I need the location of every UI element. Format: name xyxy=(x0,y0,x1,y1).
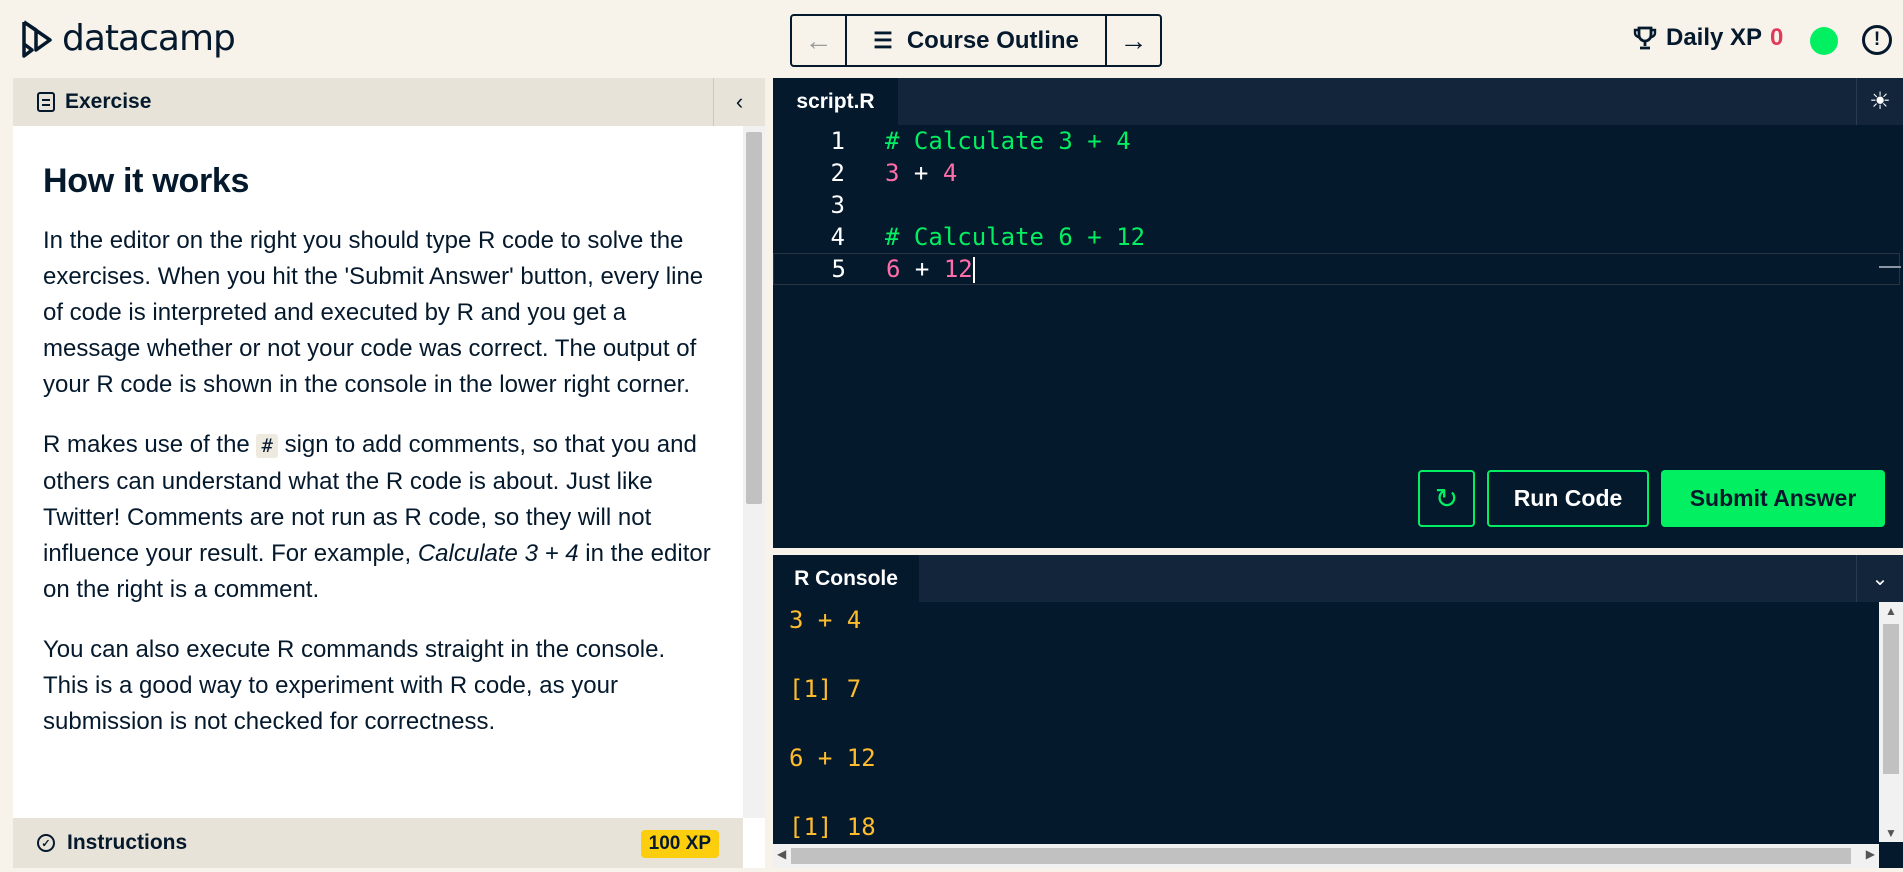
code-number: 6 xyxy=(886,255,901,283)
line-number: 4 xyxy=(830,223,845,251)
scroll-down-icon[interactable]: ▼ xyxy=(1885,826,1897,840)
code-operator: + xyxy=(900,255,944,283)
code-editor: script.R ☀ 1 # Calculate 3 + 4 2 3 + 4 3… xyxy=(773,78,1903,548)
course-outline-label: Course Outline xyxy=(906,26,1079,54)
reset-code-button[interactable]: ↻ xyxy=(1418,470,1475,527)
scroll-position-marker xyxy=(1879,266,1901,268)
scrollbar-thumb[interactable] xyxy=(746,132,762,504)
scroll-right-icon[interactable]: ▶ xyxy=(1866,847,1875,861)
console-line: 3 + 4 xyxy=(789,606,862,634)
scroll-left-icon[interactable]: ◀ xyxy=(777,847,786,861)
top-bar: datacamp ← ☰ Course Outline → Daily XP 0… xyxy=(0,0,1903,76)
xp-badge: 100 XP xyxy=(640,830,719,858)
line-number: 1 xyxy=(830,127,845,155)
console-vertical-scrollbar[interactable]: ▲ ▼ xyxy=(1879,602,1903,842)
code-line[interactable]: 3 xyxy=(773,189,1900,221)
code-operator: + xyxy=(899,159,943,187)
code-number: 12 xyxy=(943,255,973,283)
tab-r-console[interactable]: R Console xyxy=(773,555,919,602)
chevron-left-icon: ‹ xyxy=(735,89,744,114)
code-line[interactable]: 2 3 + 4 xyxy=(773,157,1900,189)
previous-exercise-button[interactable]: ← xyxy=(792,16,847,65)
code-number: 3 xyxy=(885,159,900,187)
code-comment: # Calculate 3 + 4 xyxy=(885,127,1131,155)
tab-script-r[interactable]: script.R xyxy=(773,78,898,125)
course-outline-button[interactable]: ☰ Course Outline xyxy=(847,16,1105,65)
console-line: 6 + 12 xyxy=(789,744,876,772)
console-horizontal-scrollbar[interactable]: ◀ ▶ xyxy=(773,844,1879,868)
code-expression: 3 + 4 xyxy=(885,159,957,187)
chevron-down-icon: ⌄ xyxy=(1871,568,1889,590)
line-number: 3 xyxy=(830,191,845,219)
paragraph-text: R makes use of the xyxy=(43,431,250,458)
exercise-panel-header: Exercise ‹ xyxy=(13,78,765,126)
scrollbar-thumb[interactable] xyxy=(791,848,1851,864)
arrow-left-icon: ← xyxy=(804,24,833,56)
console-line: [1] 7 xyxy=(789,675,862,703)
logo-text: datacamp xyxy=(62,18,236,59)
exercise-scrollbar[interactable] xyxy=(743,126,765,818)
next-exercise-button[interactable]: → xyxy=(1105,16,1160,65)
connection-status-indicator xyxy=(1810,27,1838,55)
theme-toggle-button[interactable]: ☀ xyxy=(1856,78,1903,125)
code-line-active[interactable]: 5 6 + 12 xyxy=(773,253,1900,285)
scroll-up-icon[interactable]: ▲ xyxy=(1885,604,1897,618)
exercise-panel-title: Exercise xyxy=(65,90,152,113)
collapse-panel-button[interactable]: ‹ xyxy=(713,78,765,126)
text-cursor xyxy=(972,257,975,283)
console-output[interactable]: 3 + 4 [1] 7 6 + 12 [1] 18 xyxy=(789,602,876,872)
course-navigation: ← ☰ Course Outline → xyxy=(790,14,1162,67)
console-collapse-button[interactable]: ⌄ xyxy=(1856,555,1903,602)
r-console: R Console ⌄ 3 + 4 [1] 7 6 + 12 [1] 18 ▲ … xyxy=(773,555,1903,868)
code-line[interactable]: 1 # Calculate 3 + 4 xyxy=(773,125,1900,157)
inline-code: # xyxy=(256,434,278,458)
document-icon xyxy=(37,92,55,112)
exercise-content: How it works In the editor on the right … xyxy=(13,126,743,818)
code-area[interactable]: 1 # Calculate 3 + 4 2 3 + 4 3 4 # Calcul… xyxy=(773,125,1903,525)
exercise-heading: How it works xyxy=(43,162,250,200)
editor-tab-bar: script.R ☀ xyxy=(773,78,1903,125)
exercise-paragraph-2: R makes use of the # sign to add comment… xyxy=(43,427,713,608)
code-number: 4 xyxy=(942,159,958,187)
line-number: 5 xyxy=(831,255,846,283)
instructions-header[interactable]: ✓ Instructions 100 XP xyxy=(13,818,743,868)
sun-icon: ☀ xyxy=(1869,88,1891,115)
code-comment: # Calculate 6 + 12 xyxy=(885,223,1146,251)
scrollbar-thumb[interactable] xyxy=(1883,624,1899,774)
emphasis-text: Calculate 3 + 4 xyxy=(417,540,579,567)
editor-actions: ↻ Run Code Submit Answer xyxy=(1418,470,1885,527)
daily-xp-label: Daily XP xyxy=(1666,24,1763,51)
instructions-label: Instructions xyxy=(67,831,188,854)
code-line[interactable]: 4 # Calculate 6 + 12 xyxy=(773,221,1900,253)
console-tab-bar: R Console ⌄ xyxy=(773,555,1903,602)
submit-answer-button[interactable]: Submit Answer xyxy=(1661,470,1885,527)
arrow-right-icon: → xyxy=(1119,24,1148,56)
alert-icon[interactable]: ! xyxy=(1862,25,1892,55)
exercise-panel: Exercise ‹ How it works In the editor on… xyxy=(13,78,765,868)
reset-icon: ↻ xyxy=(1434,483,1459,514)
line-number: 2 xyxy=(830,159,845,187)
menu-icon: ☰ xyxy=(873,27,893,53)
exercise-paragraph-1: In the editor on the right you should ty… xyxy=(43,227,704,398)
exercise-paragraph-3: You can also execute R commands straight… xyxy=(43,636,666,735)
trophy-icon xyxy=(1633,26,1657,50)
check-circle-icon: ✓ xyxy=(37,834,55,852)
daily-xp[interactable]: Daily XP 0 xyxy=(1632,24,1783,52)
datacamp-logo[interactable]: datacamp xyxy=(20,18,236,59)
datacamp-logo-icon xyxy=(22,20,52,58)
code-expression: 6 + 12 xyxy=(886,255,975,283)
run-code-button[interactable]: Run Code xyxy=(1487,470,1649,527)
daily-xp-value: 0 xyxy=(1770,24,1784,51)
